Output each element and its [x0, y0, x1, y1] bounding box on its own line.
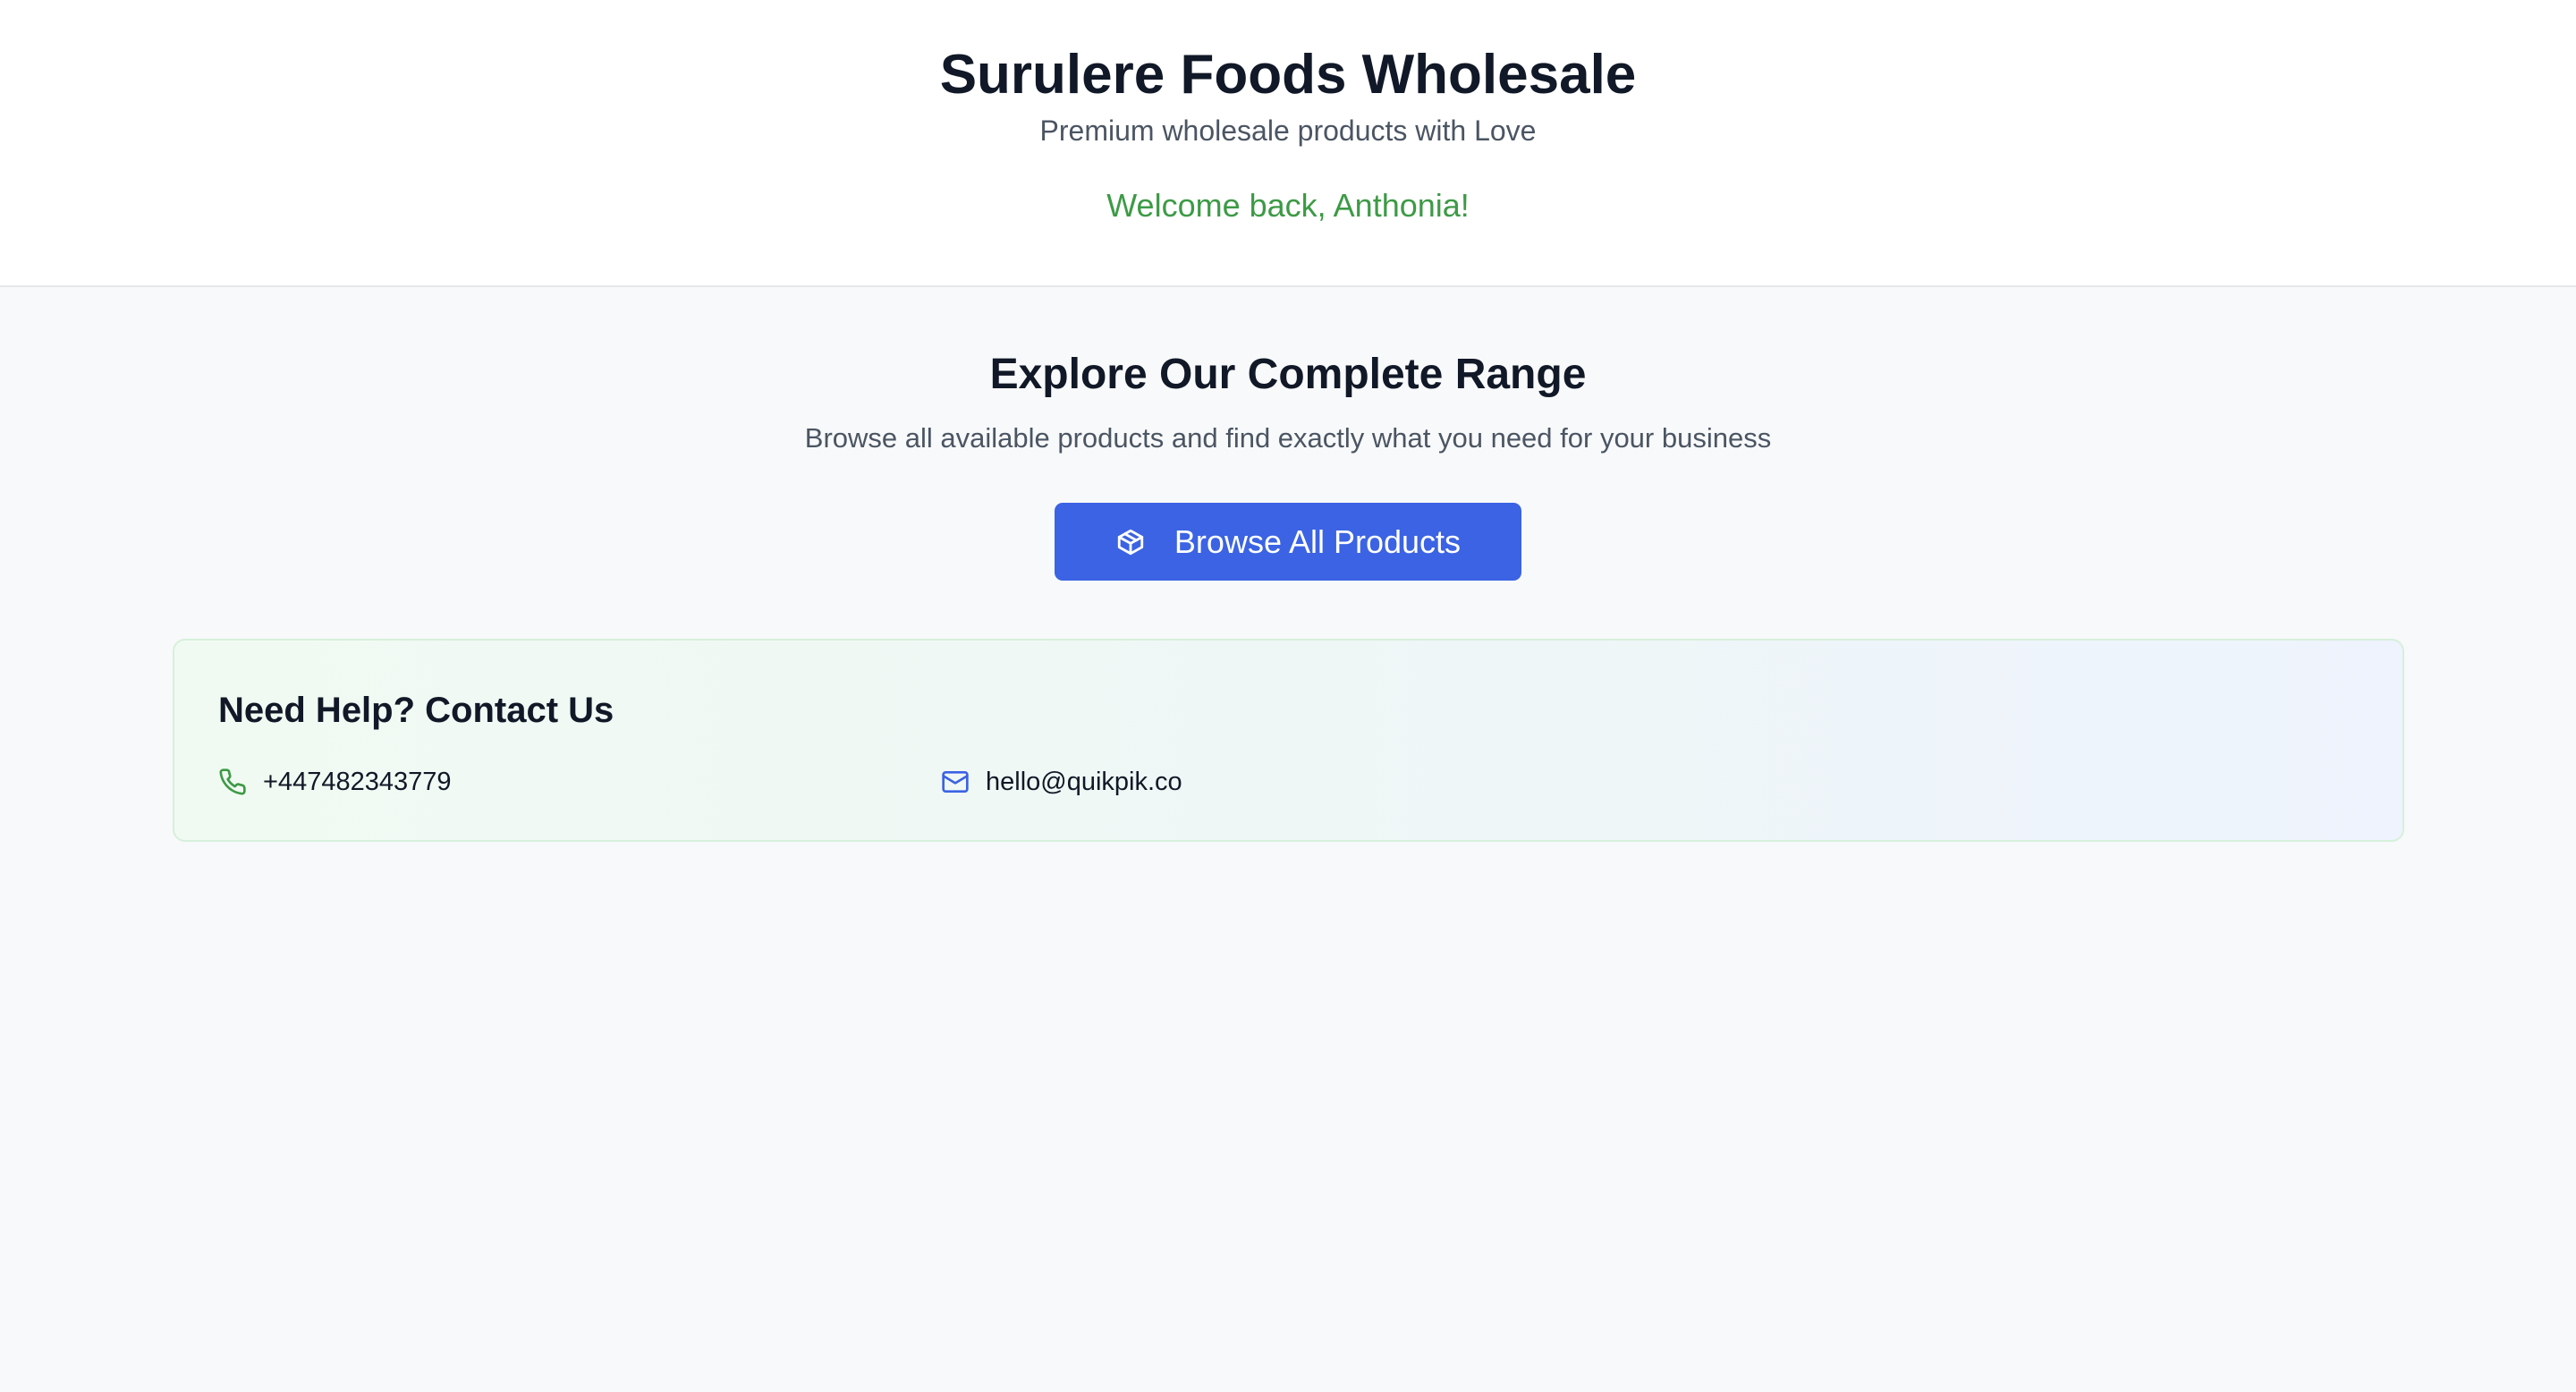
section-subtitle: Browse all available products and find e… — [804, 422, 1772, 454]
site-header: Surulere Foods Wholesale Premium wholesa… — [0, 0, 2576, 287]
contact-email-value: hello@quikpik.co — [986, 767, 1182, 796]
site-title: Surulere Foods Wholesale — [939, 44, 1637, 106]
mail-icon — [942, 771, 969, 793]
phone-icon — [219, 768, 246, 795]
contact-phone[interactable]: +447482343779 — [218, 764, 451, 800]
contact-email[interactable]: hello@quikpik.co — [941, 764, 1182, 800]
browse-button-label: Browse All Products — [1174, 522, 1462, 560]
contact-title: Need Help? Contact Us — [218, 691, 614, 730]
section-title: Explore Our Complete Range — [989, 351, 1587, 398]
contact-phone-value: +447482343779 — [263, 767, 452, 796]
package-icon — [1117, 529, 1144, 555]
contact-card: Need Help? Contact Us +447482343779 hell… — [173, 639, 2404, 842]
browse-all-products-button[interactable]: Browse All Products — [1055, 503, 1521, 581]
welcome-message: Welcome back, Anthonia! — [1106, 187, 1470, 224]
site-tagline: Premium wholesale products with Love — [1039, 115, 1537, 147]
